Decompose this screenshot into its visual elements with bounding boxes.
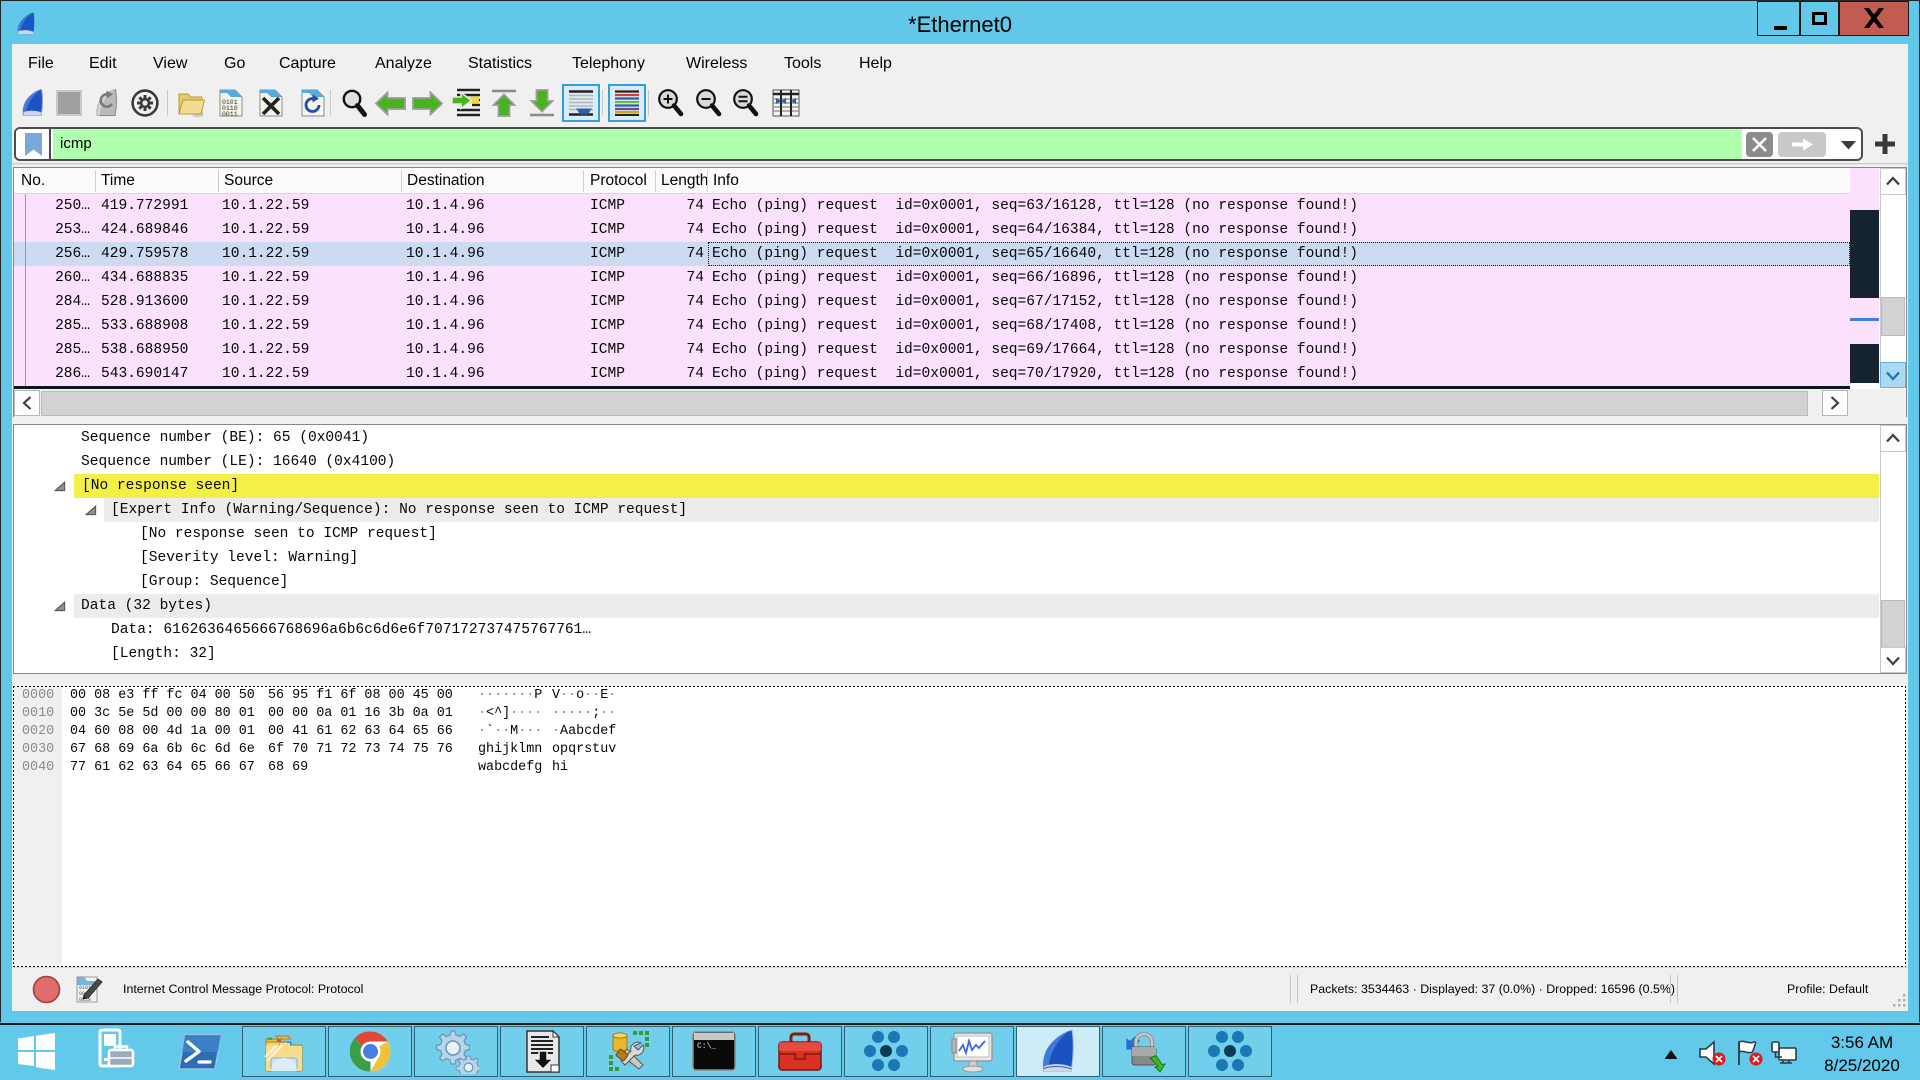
svg-text:0011: 0011 xyxy=(222,111,238,118)
svg-text:C:\_: C:\_ xyxy=(697,1042,716,1051)
